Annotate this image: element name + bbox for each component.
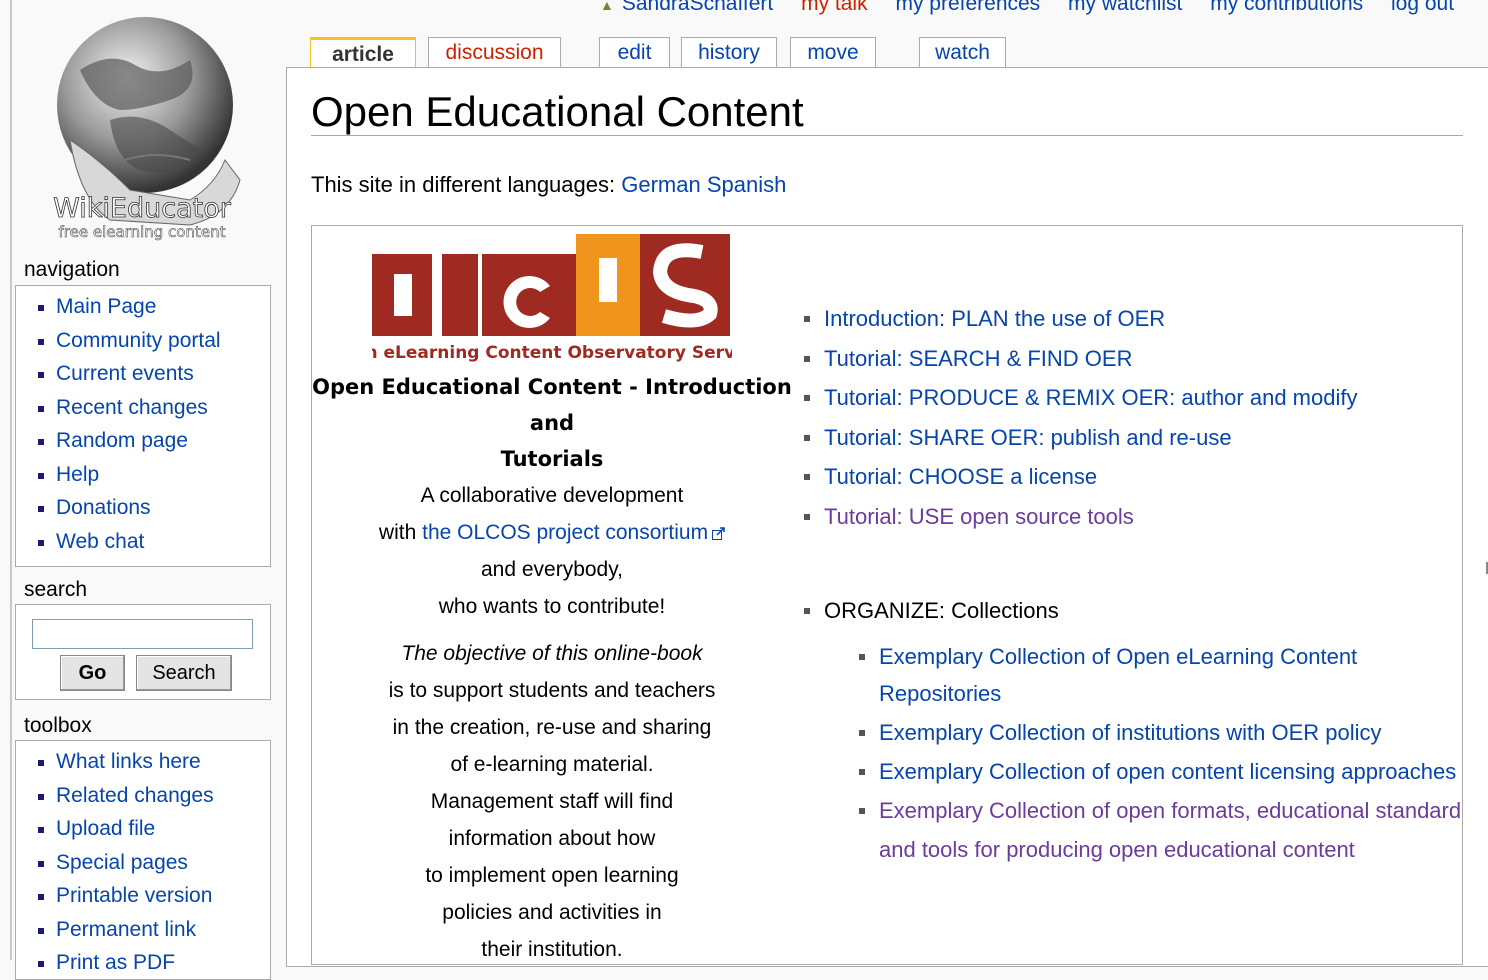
- collab-line-2: with the OLCOS project consortium: [312, 514, 792, 551]
- nav-item[interactable]: Help: [16, 458, 270, 492]
- svg-text:Open eLearning Content Observa: Open eLearning Content Observatory Servi…: [372, 343, 732, 363]
- user-icon: ▲: [600, 0, 614, 13]
- username-link[interactable]: SandraSchaffert: [622, 0, 773, 15]
- tutorial-list: Introduction: PLAN the use of OER Tutoria…: [802, 304, 1452, 541]
- search-heading: search: [24, 578, 88, 601]
- objective-text-line: to implement open learning: [425, 864, 679, 887]
- svg-text:WikiEducator: WikiEducator: [53, 193, 232, 224]
- tab-watch[interactable]: watch: [919, 37, 1006, 68]
- toolbox-item-label[interactable]: Upload file: [56, 817, 155, 840]
- objective-text-line: policies and activities in: [442, 901, 662, 924]
- tutorial-link[interactable]: Tutorial: SEARCH & FIND OER: [802, 344, 1452, 384]
- search-portlet: Go Search: [15, 604, 271, 700]
- search-input[interactable]: [32, 619, 253, 649]
- tutorial-link[interactable]: Tutorial: SHARE OER: publish and re-use: [802, 423, 1452, 463]
- collection-link[interactable]: Exemplary Collection of institutions wit…: [857, 714, 1477, 751]
- toolbox-heading: toolbox: [24, 714, 92, 737]
- organize-label: ORGANIZE: Collections: [802, 596, 1059, 636]
- nav-item[interactable]: Donations: [16, 491, 270, 525]
- collection-link[interactable]: and tools for producing open educational…: [857, 831, 1477, 868]
- toolbox-item[interactable]: Permanent link: [16, 913, 270, 947]
- toolbox-item-label[interactable]: Permanent link: [56, 918, 196, 941]
- olcos-consortium-link[interactable]: the OLCOS project consortium: [422, 521, 708, 544]
- window-left-edge: [10, 0, 12, 960]
- navigation-portlet: Main Page Community portal Current events R…: [15, 285, 271, 567]
- toolbox-item-label[interactable]: Printable version: [56, 884, 212, 907]
- navigation-heading: navigation: [24, 258, 120, 281]
- toolbox-item[interactable]: Upload file: [16, 812, 270, 846]
- collection-link[interactable]: Exemplary Collection of Open eLearning C…: [857, 638, 1477, 712]
- objective-text-line: information about how: [448, 827, 656, 850]
- wikieducator-logo[interactable]: WikiEducator free elearning content: [40, 10, 245, 245]
- toolbox-item[interactable]: Special pages: [16, 846, 270, 880]
- toolbox-item-label[interactable]: Related changes: [56, 784, 214, 807]
- tutorial-link[interactable]: Tutorial: PRODUCE & REMIX OER: author an…: [802, 383, 1452, 423]
- tutorial-link[interactable]: Introduction: PLAN the use of OER: [802, 304, 1452, 344]
- objective-text-line: their institution.: [481, 938, 623, 961]
- toolbox-portlet: What links here Related changes Upload fil…: [15, 740, 271, 980]
- toolbox-item[interactable]: What links here: [16, 745, 270, 779]
- my-preferences-link[interactable]: my preferences: [895, 0, 1040, 15]
- nav-item[interactable]: Web chat: [16, 525, 270, 559]
- go-button[interactable]: Go: [60, 655, 125, 691]
- german-link[interactable]: German: [621, 172, 700, 197]
- svg-text:free elearning content: free elearning content: [59, 223, 226, 241]
- nav-item-label[interactable]: Random page: [56, 429, 188, 452]
- nav-item-label[interactable]: Web chat: [56, 530, 144, 553]
- collection-link[interactable]: Exemplary Collection of open content lic…: [857, 753, 1477, 790]
- objective-text-line: is to support students and teachers: [388, 679, 716, 702]
- nav-item[interactable]: Current events: [16, 357, 270, 391]
- my-contributions-link[interactable]: my contributions: [1210, 0, 1363, 15]
- objective-text-line: of e-learning material.: [450, 753, 654, 776]
- toolbox-item-label[interactable]: Special pages: [56, 851, 188, 874]
- box-heading: Open Educational Content - Introduction …: [312, 375, 792, 471]
- nav-item[interactable]: Main Page: [16, 290, 270, 324]
- log-out-link[interactable]: log out: [1391, 0, 1454, 15]
- my-talk-link[interactable]: my talk: [801, 0, 868, 15]
- olcos-logo[interactable]: Open eLearning Content Observatory Servi…: [327, 234, 773, 364]
- nav-item-label[interactable]: Current events: [56, 362, 194, 385]
- content-area: Open Educational Content This site in di…: [286, 67, 1488, 967]
- objective-text-line: Management staff will find: [430, 790, 674, 813]
- nav-item[interactable]: Recent changes: [16, 391, 270, 425]
- collab-line-1: A collaborative development: [420, 484, 684, 507]
- nav-item-label[interactable]: Community portal: [56, 329, 221, 352]
- external-link-icon: [712, 527, 725, 540]
- language-line: This site in different languages: German…: [311, 172, 786, 198]
- page-title: Open Educational Content: [311, 88, 804, 135]
- collection-list: Exemplary Collection of Open eLearning C…: [857, 638, 1477, 870]
- nav-item-label[interactable]: Help: [56, 463, 99, 486]
- title-divider: [311, 135, 1463, 136]
- collab-line-3: and everybody,: [480, 558, 624, 581]
- toolbox-item-label[interactable]: What links here: [56, 750, 201, 773]
- objective-text-line: in the creation, re-use and sharing: [392, 716, 712, 739]
- tab-move[interactable]: move: [790, 37, 876, 68]
- toolbox-item[interactable]: Related changes: [16, 779, 270, 813]
- nav-item[interactable]: Random page: [16, 424, 270, 458]
- toolbox-item[interactable]: Print as PDF: [16, 946, 270, 980]
- objective-line: The objective of this online-book: [401, 642, 703, 665]
- personal-toolbar: ▲ SandraSchaffert my talk my preferences …: [600, 0, 1458, 22]
- collection-link[interactable]: Exemplary Collection of open formats, ed…: [857, 792, 1477, 829]
- collab-line-4: who wants to contribute!: [438, 595, 666, 618]
- intro-column: Open Educational Content - Introduction …: [312, 369, 792, 968]
- language-prefix: This site in different languages:: [311, 172, 616, 197]
- tab-discussion[interactable]: discussion: [428, 37, 561, 68]
- tutorial-link[interactable]: Tutorial: CHOOSE a license: [802, 462, 1452, 502]
- tab-article[interactable]: article: [310, 37, 416, 70]
- toolbox-item[interactable]: Printable version: [16, 879, 270, 913]
- nav-item-label[interactable]: Recent changes: [56, 396, 208, 419]
- nav-item[interactable]: Community portal: [16, 324, 270, 358]
- search-button[interactable]: Search: [136, 655, 232, 691]
- toolbox-item-label[interactable]: Print as PDF: [56, 951, 175, 974]
- spanish-link[interactable]: Spanish: [707, 172, 787, 197]
- nav-item-label[interactable]: Main Page: [56, 295, 156, 318]
- nav-item-label[interactable]: Donations: [56, 496, 151, 519]
- tab-edit[interactable]: edit: [599, 37, 670, 68]
- tab-history[interactable]: history: [681, 37, 777, 68]
- tutorial-link[interactable]: Tutorial: USE open source tools: [802, 502, 1452, 542]
- my-watchlist-link[interactable]: my watchlist: [1068, 0, 1182, 15]
- content-box: Open eLearning Content Observatory Servi…: [311, 225, 1463, 965]
